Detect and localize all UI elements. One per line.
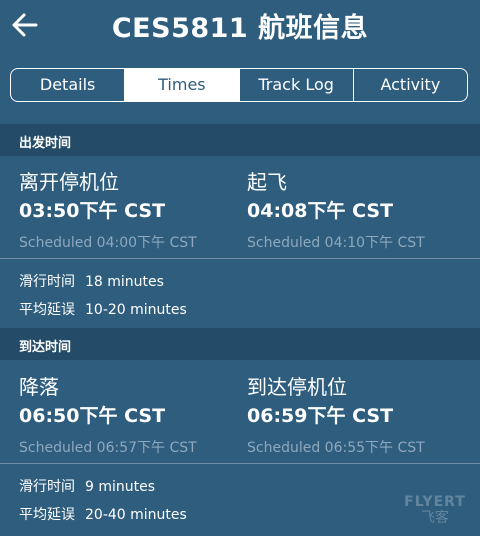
gate-in-time: 06:59下午 CST	[247, 405, 394, 427]
takeoff-time: 04:08下午 CST	[247, 200, 394, 222]
takeoff-label: 起飞	[247, 170, 287, 194]
watermark-logo: FLYERT 飞客	[400, 494, 470, 532]
gate-out-scheduled: Scheduled 04:00下午 CST	[19, 235, 197, 251]
watermark-line1: FLYERT	[404, 494, 466, 510]
tab-details[interactable]: Details	[11, 69, 126, 101]
departure-events: 离开停机位 03:50下午 CST Scheduled 04:00下午 CST …	[0, 166, 480, 256]
divider	[0, 463, 480, 464]
tab-track-log[interactable]: Track Log	[240, 69, 354, 101]
taxi-time-value: 18 minutes	[85, 274, 164, 290]
tab-activity[interactable]: Activity	[354, 69, 467, 101]
taxi-time-label: 滑行时间	[19, 274, 75, 290]
gate-in-scheduled: Scheduled 06:55下午 CST	[247, 440, 425, 456]
landing-scheduled: Scheduled 06:57下午 CST	[19, 440, 197, 456]
arrival-taxi-time: 滑行时间 9 minutes	[19, 476, 155, 496]
tab-times[interactable]: Times	[125, 69, 240, 101]
arrival-events: 降落 06:50下午 CST Scheduled 06:57下午 CST 到达停…	[0, 371, 480, 461]
departure-section-header: 出发时间	[0, 124, 480, 156]
landing-label: 降落	[19, 375, 59, 399]
arrival-section-header: 到达时间	[0, 328, 480, 360]
page-title: CES5811 航班信息	[111, 13, 369, 44]
app-header: CES5811 航班信息	[0, 0, 480, 52]
departure-average-delay: 平均延误 10-20 minutes	[19, 299, 187, 319]
taxi-time-label: 滑行时间	[19, 479, 75, 495]
average-delay-label: 平均延误	[19, 507, 75, 523]
arrival-average-delay: 平均延误 20-40 minutes	[19, 504, 187, 524]
average-delay-value: 10-20 minutes	[85, 302, 187, 318]
watermark-line2: 飞客	[421, 510, 449, 526]
departure-taxi-time: 滑行时间 18 minutes	[19, 271, 164, 291]
average-delay-value: 20-40 minutes	[85, 507, 187, 523]
gate-in-label: 到达停机位	[247, 375, 347, 399]
divider	[0, 258, 480, 259]
gate-out-time: 03:50下午 CST	[19, 200, 166, 222]
landing-time: 06:50下午 CST	[19, 405, 166, 427]
average-delay-label: 平均延误	[19, 302, 75, 318]
arrival-section-title: 到达时间	[19, 340, 72, 355]
departure-section-title: 出发时间	[19, 136, 72, 151]
taxi-time-value: 9 minutes	[85, 479, 156, 495]
tab-bar: Details Times Track Log Activity	[10, 68, 468, 102]
takeoff-scheduled: Scheduled 04:10下午 CST	[247, 235, 425, 251]
gate-out-label: 离开停机位	[19, 170, 119, 194]
